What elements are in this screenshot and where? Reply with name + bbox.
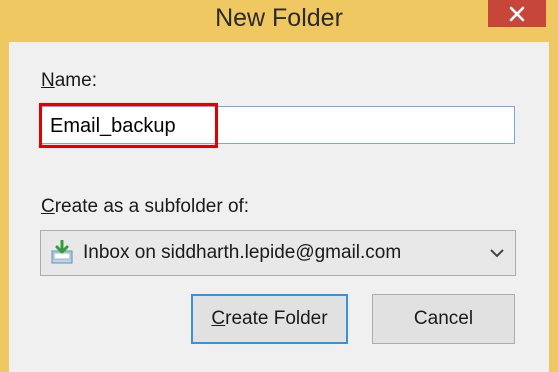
dialog-body: Name: Email_backup Create as a subfolder… [9,42,549,372]
close-icon [509,6,525,21]
close-button[interactable] [488,0,546,27]
create-folder-button[interactable]: Create Folder [191,294,348,344]
inbox-icon [51,240,73,264]
dialog-title: New Folder [215,4,343,32]
annotation-highlight-box [39,103,218,148]
selected-folder: Inbox on siddharth.lepide@gmail.com [83,242,402,263]
parent-folder-dropdown[interactable]: Inbox on siddharth.lepide@gmail.com [40,230,516,276]
cancel-button[interactable]: Cancel [372,294,515,344]
name-label: Name: [41,70,97,91]
subfolder-label: Create as a subfolder of: [41,196,250,217]
chevron-down-icon [490,249,504,258]
new-folder-dialog: New Folder Name: Email_backup Create as … [0,0,558,372]
title-bar[interactable]: New Folder [0,0,558,42]
